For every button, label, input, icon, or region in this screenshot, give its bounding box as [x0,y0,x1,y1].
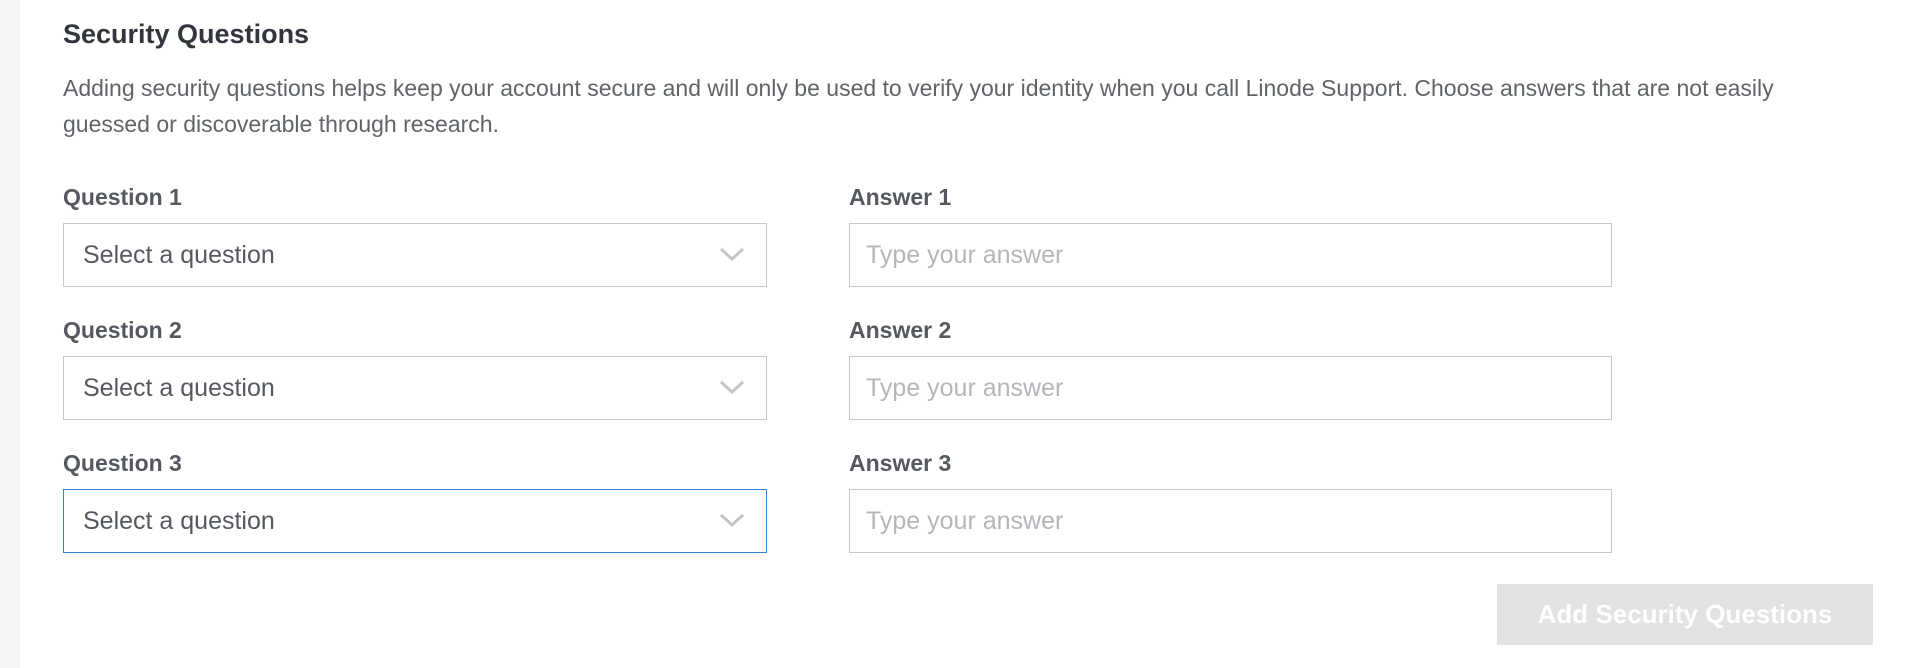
question-2-label: Question 2 [63,317,182,343]
question-2-selected-value: Select a question [83,374,275,402]
question-2-select[interactable]: Select a question [63,356,767,420]
section-title: Security Questions [63,19,310,49]
chevron-down-icon [719,513,745,528]
answer-1-input[interactable] [849,223,1612,287]
answer-2-input[interactable] [849,356,1612,420]
chevron-down-icon [719,247,745,262]
answer-1-label: Answer 1 [849,184,952,210]
section-description: Adding security questions helps keep you… [63,75,1774,137]
answer-3-label: Answer 3 [849,450,952,476]
add-security-questions-button[interactable]: Add Security Questions [1497,584,1873,645]
answer-2-label: Answer 2 [849,317,952,343]
question-1-selected-value: Select a question [83,241,275,269]
question-3-label: Question 3 [63,450,182,476]
question-3-select[interactable]: Select a question [63,489,767,553]
chevron-down-icon [719,380,745,395]
question-1-label: Question 1 [63,184,182,210]
question-1-select[interactable]: Select a question [63,223,767,287]
answer-3-input[interactable] [849,489,1612,553]
question-3-selected-value: Select a question [83,507,275,535]
